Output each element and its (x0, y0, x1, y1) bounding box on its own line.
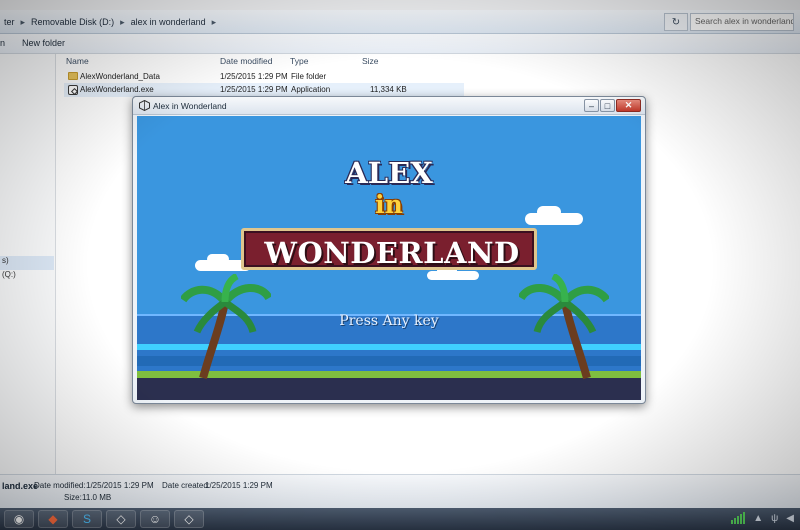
taskbar-chrome-button[interactable]: ◉ (4, 510, 34, 528)
network-signal-icon[interactable] (731, 512, 746, 524)
game-window-title: Alex in Wonderland (153, 101, 227, 111)
navigation-pane[interactable]: s) (Q:) (0, 54, 56, 474)
file-type: File folder (291, 72, 327, 81)
breadcrumb-item-drive[interactable]: Removable Disk (D:) (31, 17, 114, 27)
file-row[interactable]: AlexWonderland_Data 1/25/2015 1:29 PM Fi… (64, 70, 464, 84)
file-date: 1/25/2015 1:29 PM (220, 85, 288, 94)
nav-item-drive[interactable]: s) (0, 256, 54, 270)
palm-tree-left (181, 274, 271, 380)
palm-tree-right (519, 274, 609, 380)
nav-item-q[interactable]: (Q:) (0, 270, 54, 284)
chat-icon: ☺ (148, 512, 162, 526)
file-name: AlexWonderland.exe (80, 85, 154, 94)
taskbar-unity-button-2[interactable]: ◇ (174, 510, 204, 528)
organize-button[interactable]: n (0, 38, 5, 48)
address-bar[interactable]: ter ▸ Removable Disk (D:) ▸ alex in wond… (0, 10, 800, 34)
command-bar: n New folder (0, 34, 800, 54)
close-icon: ✕ (624, 100, 633, 110)
unity-icon: ◇ (116, 512, 126, 526)
taskbar: ◉ ◆ S ◇ ☺ ◇ ▲ ψ ◀ (0, 508, 800, 530)
folder-icon (68, 72, 78, 80)
arrow-icon[interactable]: ▲ (753, 513, 763, 524)
close-button[interactable]: ✕ (616, 99, 641, 112)
date-created-value: 1/25/2015 1:29 PM (205, 481, 273, 490)
file-size: 11,334 KB (370, 85, 407, 94)
chevron-right-icon: ▸ (120, 16, 125, 27)
title-banner: WONDERLAND (241, 228, 537, 270)
title-alex: ALEX (345, 156, 433, 190)
title-wonderland: WONDERLAND (264, 236, 520, 270)
refresh-button[interactable]: ↻ (664, 13, 688, 31)
taskbar-git-button[interactable]: ◆ (38, 510, 68, 528)
column-header-date[interactable]: Date modified (220, 56, 272, 66)
breadcrumb[interactable]: ter ▸ Removable Disk (D:) ▸ alex in wond… (4, 14, 216, 30)
screen: ter ▸ Removable Disk (D:) ▸ alex in wond… (0, 0, 800, 530)
column-header-type[interactable]: Type (290, 56, 308, 66)
date-created-label: Date created: (162, 481, 211, 490)
chevron-right-icon: ▸ (20, 16, 26, 27)
git-icon: ◆ (48, 512, 58, 526)
minimize-button[interactable]: – (584, 99, 599, 112)
skype-icon: S (82, 512, 91, 526)
system-tray[interactable]: ▲ ψ ◀ (731, 512, 794, 524)
unity-app-icon (68, 85, 78, 95)
unity-icon (139, 100, 150, 111)
file-date: 1/25/2015 1:29 PM (220, 72, 288, 81)
search-input[interactable]: Search alex in wonderland (690, 13, 794, 31)
column-header-size[interactable]: Size (362, 56, 379, 66)
speaker-icon[interactable]: ◀ (786, 513, 794, 524)
unity-icon: ◇ (184, 512, 194, 526)
size-value: 11.0 MB (82, 493, 112, 502)
maximize-icon: □ (604, 100, 611, 111)
breadcrumb-item-computer[interactable]: ter (4, 17, 15, 27)
taskbar-unity-button[interactable]: ◇ (106, 510, 136, 528)
refresh-icon: ↻ (671, 16, 681, 28)
column-header-name[interactable]: Name (66, 56, 89, 66)
minimize-icon: – (588, 100, 594, 111)
taskbar-chat-button[interactable]: ☺ (140, 510, 170, 528)
taskbar-skype-button[interactable]: S (72, 510, 102, 528)
details-pane: land.exe Date modified: 1/25/2015 1:29 P… (0, 474, 800, 508)
chrome-icon: ◉ (13, 512, 25, 526)
new-folder-button[interactable]: New folder (22, 38, 65, 48)
wifi-icon[interactable]: ψ (771, 513, 778, 524)
maximize-button[interactable]: □ (600, 99, 615, 112)
selected-file-name: land.exe (2, 481, 39, 491)
game-window-titlebar[interactable]: Alex in Wonderland – □ ✕ (133, 97, 645, 115)
title-in: in (375, 190, 403, 219)
file-type: Application (291, 85, 331, 94)
file-name: AlexWonderland_Data (80, 72, 160, 81)
date-modified-label: Date modified: (34, 481, 86, 490)
file-row[interactable]: AlexWonderland.exe 1/25/2015 1:29 PM App… (64, 83, 464, 97)
game-window[interactable]: Alex in Wonderland – □ ✕ ALEX in WONDERL… (132, 96, 646, 404)
date-modified-value: 1/25/2015 1:29 PM (86, 481, 154, 490)
press-any-key-prompt[interactable]: Press Any key (137, 313, 641, 329)
breadcrumb-item-folder[interactable]: alex in wonderland (131, 17, 206, 27)
chevron-right-icon: ▸ (211, 16, 217, 27)
game-canvas[interactable]: ALEX in WONDERLAND Press Any key (137, 116, 641, 400)
size-label: Size: (64, 493, 82, 502)
